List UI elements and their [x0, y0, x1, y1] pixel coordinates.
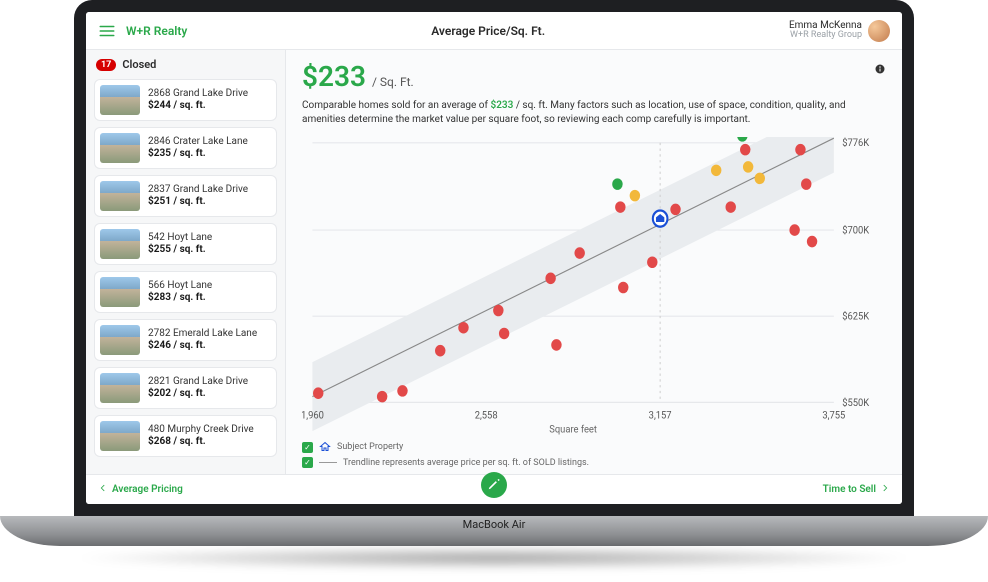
- property-price-per-sqft: $283 / sq. ft.: [148, 292, 212, 304]
- list-item[interactable]: 566 Hoyt Lane $283 / sq. ft.: [94, 271, 277, 313]
- status-label: Closed: [122, 58, 156, 71]
- svg-text:$550K: $550K: [842, 397, 870, 409]
- kpi-unit: / Sq. Ft.: [372, 75, 414, 89]
- svg-text:$625K: $625K: [842, 311, 870, 323]
- app-header: W+R Realty Average Price/Sq. Ft. Emma Mc…: [86, 12, 902, 50]
- nav-prev[interactable]: Average Pricing: [98, 483, 183, 496]
- brand-label: W+R Realty: [126, 24, 187, 38]
- nav-prev-label: Average Pricing: [112, 484, 183, 495]
- info-icon[interactable]: [874, 60, 886, 72]
- list-item[interactable]: 480 Murphy Creek Drive $268 / sq. ft.: [94, 415, 277, 457]
- property-thumbnail: [100, 181, 140, 211]
- laptop-base: MacBook Air: [0, 516, 988, 546]
- property-price-per-sqft: $268 / sq. ft.: [148, 436, 254, 448]
- property-address: 2821 Grand Lake Drive: [148, 376, 248, 388]
- svg-text:$700K: $700K: [842, 225, 870, 237]
- kpi-row: $233 / Sq. Ft.: [302, 60, 886, 93]
- svg-text:$776K: $776K: [842, 138, 870, 150]
- desc-accent: $233: [490, 100, 513, 111]
- app-body: 17 Closed 2868 Grand Lake Drive $244 / s…: [86, 50, 902, 474]
- list-item[interactable]: 2821 Grand Lake Drive $202 / sq. ft.: [94, 367, 277, 409]
- chevron-right-icon: [880, 483, 890, 496]
- list-item[interactable]: 2868 Grand Lake Drive $244 / sq. ft.: [94, 79, 277, 121]
- property-thumbnail: [100, 133, 140, 163]
- chart: $550K $625K $700K $776K 1,960 2,558 3,157 3,755…: [302, 137, 886, 437]
- device-label: MacBook Air: [463, 518, 526, 531]
- property-thumbnail: [100, 85, 140, 115]
- footer-nav: Average Pricing Time to Sell: [86, 474, 902, 504]
- chevron-left-icon: [98, 483, 108, 496]
- property-price-per-sqft: $244 / sq. ft.: [148, 100, 248, 112]
- user-group: W+R Realty Group: [789, 31, 862, 41]
- desc-prefix: Comparable homes sold for an average of: [302, 100, 490, 111]
- checkbox-icon[interactable]: ✓: [302, 457, 313, 468]
- list-item[interactable]: 542 Hoyt Lane $255 / sq. ft.: [94, 223, 277, 265]
- svg-text:Square feet: Square feet: [549, 424, 597, 436]
- checkbox-icon[interactable]: ✓: [302, 442, 313, 453]
- home-icon: [319, 441, 331, 453]
- laptop-frame: W+R Realty Average Price/Sq. Ft. Emma Mc…: [0, 0, 988, 582]
- list-item[interactable]: 2837 Grand Lake Drive $251 / sq. ft.: [94, 175, 277, 217]
- legend-subject-row[interactable]: ✓ Subject Property: [302, 441, 886, 453]
- legend-trendline-row[interactable]: ✓ Trendline represents average price per…: [302, 457, 886, 468]
- menu-icon[interactable]: [98, 22, 116, 40]
- page-title: Average Price/Sq. Ft.: [187, 24, 789, 38]
- property-thumbnail: [100, 421, 140, 451]
- property-price-per-sqft: $235 / sq. ft.: [148, 148, 248, 160]
- status-badge: 17: [96, 59, 116, 71]
- property-thumbnail: [100, 373, 140, 403]
- pencil-icon: [487, 476, 501, 495]
- app-screen: W+R Realty Average Price/Sq. Ft. Emma Mc…: [86, 12, 902, 504]
- property-address: 480 Murphy Creek Drive: [148, 424, 254, 436]
- property-address: 2846 Crater Lake Lane: [148, 136, 248, 148]
- edit-button[interactable]: [481, 472, 507, 498]
- list-item[interactable]: 2846 Crater Lake Lane $235 / sq. ft.: [94, 127, 277, 169]
- svg-text:3,157: 3,157: [649, 410, 672, 422]
- nav-next-label: Time to Sell: [823, 484, 876, 495]
- svg-text:1,960: 1,960: [302, 410, 324, 422]
- legend-trendline-label: Trendline represents average price per s…: [343, 458, 589, 468]
- avatar: [868, 20, 890, 42]
- sidebar-list: 2868 Grand Lake Drive $244 / sq. ft. 284…: [94, 79, 277, 457]
- svg-text:3,755: 3,755: [822, 410, 845, 422]
- laptop-bezel: W+R Realty Average Price/Sq. Ft. Emma Mc…: [74, 0, 914, 516]
- kpi-value: $233: [302, 60, 366, 93]
- legend-subject-label: Subject Property: [337, 442, 403, 452]
- trendline-icon: [319, 462, 337, 463]
- property-price-per-sqft: $251 / sq. ft.: [148, 196, 248, 208]
- property-address: 2868 Grand Lake Drive: [148, 88, 248, 100]
- description: Comparable homes sold for an average of …: [302, 99, 862, 127]
- property-address: 542 Hoyt Lane: [148, 232, 212, 244]
- property-thumbnail: [100, 229, 140, 259]
- nav-next[interactable]: Time to Sell: [823, 483, 890, 496]
- property-address: 566 Hoyt Lane: [148, 280, 212, 292]
- user-block[interactable]: Emma McKenna W+R Realty Group: [789, 20, 890, 42]
- property-address: 2837 Grand Lake Drive: [148, 184, 248, 196]
- property-price-per-sqft: $255 / sq. ft.: [148, 244, 212, 256]
- property-address: 2782 Emerald Lake Lane: [148, 328, 257, 340]
- sidebar: 17 Closed 2868 Grand Lake Drive $244 / s…: [86, 50, 286, 474]
- property-price-per-sqft: $202 / sq. ft.: [148, 388, 248, 400]
- sidebar-status: 17 Closed: [94, 58, 277, 71]
- legend: ✓ Subject Property ✓ Trendline represent…: [302, 437, 886, 474]
- laptop-shadow: [70, 546, 918, 570]
- list-item[interactable]: 2782 Emerald Lake Lane $246 / sq. ft.: [94, 319, 277, 361]
- property-price-per-sqft: $246 / sq. ft.: [148, 340, 257, 352]
- svg-text:2,558: 2,558: [475, 410, 498, 422]
- property-thumbnail: [100, 325, 140, 355]
- main-panel: $233 / Sq. Ft. Comparable homes sold for…: [286, 50, 902, 474]
- property-thumbnail: [100, 277, 140, 307]
